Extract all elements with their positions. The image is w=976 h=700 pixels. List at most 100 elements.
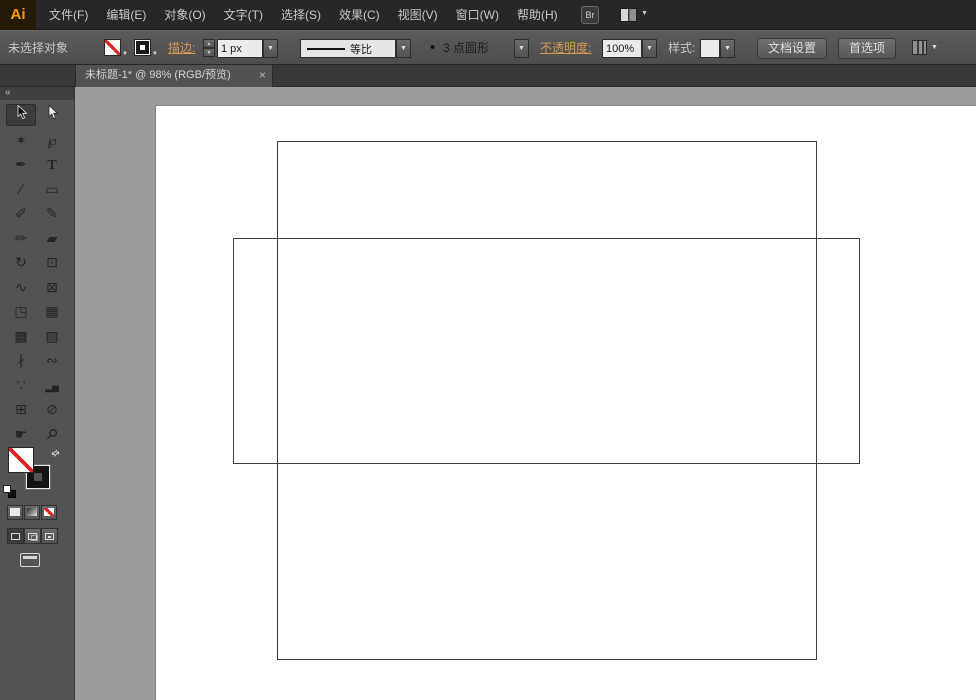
stepper-up-icon[interactable]: ▲ xyxy=(203,39,215,48)
chevron-down-icon[interactable]: ▼ xyxy=(720,39,735,58)
stroke-weight-stepper[interactable]: ▲ ▼ xyxy=(203,39,215,58)
symbol-sprayer-tool[interactable]: ∵ xyxy=(6,374,36,396)
pen-tool[interactable]: ✒ xyxy=(6,153,36,175)
free-transform-tool[interactable]: ⊠ xyxy=(37,276,67,298)
blend-tool[interactable]: ∾ xyxy=(37,349,67,371)
document-tab[interactable]: 未标题-1* @ 98% (RGB/预览) × xyxy=(75,65,273,87)
menu-file[interactable]: 文件(F) xyxy=(40,0,97,30)
control-bar-menu-icon[interactable] xyxy=(912,40,927,55)
gradient-button[interactable] xyxy=(24,505,40,520)
none-button[interactable] xyxy=(41,505,57,520)
shape-builder-tool[interactable]: ◳ xyxy=(6,300,36,322)
width-tool[interactable]: ∿ xyxy=(6,276,36,298)
pencil-tool[interactable]: ✎ xyxy=(37,202,67,224)
direct-selection-tool[interactable] xyxy=(37,104,67,126)
paintbrush-tool[interactable]: ✐ xyxy=(6,202,36,224)
document-setup-button[interactable]: 文档设置 xyxy=(757,38,828,59)
gradient-icon: ▧ xyxy=(45,327,59,344)
selection-arrow-icon xyxy=(17,104,28,120)
direct-selection-arrow-icon xyxy=(48,104,59,120)
swap-fill-stroke-icon[interactable]: ⇆ xyxy=(49,447,62,460)
style-swatch[interactable] xyxy=(700,39,720,58)
brush-preview-dot-icon: • xyxy=(430,39,436,56)
close-icon[interactable]: × xyxy=(259,65,266,86)
chevron-down-icon[interactable]: ▼ xyxy=(396,39,411,58)
rectangle-object-2[interactable] xyxy=(233,238,860,464)
draw-behind-back-icon xyxy=(31,535,38,541)
menu-bar: Ai 文件(F) 编辑(E) 对象(O) 文字(T) 选择(S) 效果(C) 视… xyxy=(0,0,976,30)
menu-effect[interactable]: 效果(C) xyxy=(330,0,389,30)
mesh-tool[interactable]: ▩ xyxy=(6,325,36,347)
blob-brush-icon: ✏ xyxy=(15,229,27,246)
screen-mode-icon xyxy=(23,556,37,559)
menu-items: 文件(F) 编辑(E) 对象(O) 文字(T) 选择(S) 效果(C) 视图(V… xyxy=(40,0,567,30)
screen-mode-button[interactable] xyxy=(20,553,40,567)
control-bar: 未选择对象 ▼ ▼ 描边: ▲ ▼ ▼ 等比 ▼ • 3 点圆形 ▼ 不透明度:… xyxy=(0,30,976,65)
stroke-weight-input[interactable] xyxy=(217,39,263,58)
gradient-tool[interactable]: ▧ xyxy=(37,325,67,347)
blend-icon: ∾ xyxy=(46,352,58,368)
fill-color-swatch[interactable] xyxy=(104,39,121,56)
artboard-tool[interactable]: ⊞ xyxy=(6,398,36,420)
bridge-icon[interactable]: Br xyxy=(581,6,599,24)
magic-wand-tool[interactable]: ✶ xyxy=(6,129,36,151)
selection-tool[interactable] xyxy=(6,104,36,126)
gradient-swatch-icon xyxy=(27,508,37,516)
menu-window[interactable]: 窗口(W) xyxy=(447,0,508,30)
lasso-icon: ℘ xyxy=(47,131,57,148)
eraser-icon: ▰ xyxy=(46,229,58,246)
stroke-label-link[interactable]: 描边: xyxy=(168,31,195,65)
line-segment-tool[interactable]: ∕ xyxy=(6,178,36,200)
menu-edit[interactable]: 编辑(E) xyxy=(97,0,155,30)
stepper-down-icon[interactable]: ▼ xyxy=(203,48,215,57)
canvas-area[interactable] xyxy=(75,87,976,700)
illustrator-logo: Ai xyxy=(0,0,36,30)
fill-color-indicator[interactable] xyxy=(8,447,34,473)
menu-object[interactable]: 对象(O) xyxy=(155,0,214,30)
eyedropper-icon: ∤ xyxy=(17,352,25,368)
chevron-down-icon[interactable]: ▼ xyxy=(641,10,648,17)
stroke-color-swatch[interactable] xyxy=(134,39,151,56)
scale-tool[interactable]: ⊡ xyxy=(37,251,67,273)
chevron-down-icon[interactable]: ▼ xyxy=(642,39,657,58)
menu-help[interactable]: 帮助(H) xyxy=(508,0,567,30)
slice-tool[interactable]: ⊘ xyxy=(37,398,67,420)
zoom-tool[interactable]: ⚲ xyxy=(37,423,67,445)
draw-inside-button[interactable] xyxy=(41,528,58,544)
draw-behind-button[interactable] xyxy=(24,528,41,544)
arrange-documents-icon[interactable] xyxy=(620,8,637,22)
brush-definition-select[interactable]: 3 点圆形 xyxy=(443,31,489,65)
rotate-tool[interactable]: ↻ xyxy=(6,251,36,273)
collapse-panel-icon[interactable]: « xyxy=(5,87,11,98)
eraser-tool[interactable]: ▰ xyxy=(37,227,67,249)
tools-panel-header[interactable]: « xyxy=(0,87,74,100)
menu-view[interactable]: 视图(V) xyxy=(389,0,447,30)
draw-normal-button[interactable] xyxy=(7,528,24,544)
chevron-down-icon[interactable]: ▼ xyxy=(514,39,529,58)
menu-select[interactable]: 选择(S) xyxy=(272,0,330,30)
perspective-grid-tool[interactable]: ▦ xyxy=(37,300,67,322)
chevron-down-icon[interactable]: ▼ xyxy=(152,51,158,57)
menu-type[interactable]: 文字(T) xyxy=(215,0,272,30)
rectangle-icon: ▭ xyxy=(45,180,59,197)
column-graph-tool[interactable]: ▂▅ xyxy=(37,374,67,396)
type-tool[interactable]: T xyxy=(37,153,67,175)
default-fill-stroke-icon[interactable] xyxy=(3,485,17,499)
chevron-down-icon[interactable]: ▼ xyxy=(122,51,128,57)
artboard-icon: ⊞ xyxy=(15,401,27,417)
chevron-down-icon[interactable]: ▼ xyxy=(263,39,278,58)
tools-grid: ✶ ℘ ✒ T ∕ ▭ ✐ ✎ ✏ ▰ ↻ ⊡ ∿ ⊠ ◳ ▦ ▩ ▧ ∤ ∾ … xyxy=(6,104,68,447)
hand-tool[interactable]: ☛ xyxy=(6,423,36,445)
blob-brush-tool[interactable]: ✏ xyxy=(6,227,36,249)
color-button[interactable] xyxy=(7,505,23,520)
rectangle-tool[interactable]: ▭ xyxy=(37,178,67,200)
opacity-input[interactable] xyxy=(602,39,642,58)
lasso-tool[interactable]: ℘ xyxy=(37,129,67,151)
preferences-button[interactable]: 首选项 xyxy=(838,38,897,59)
column-graph-icon: ▂▅ xyxy=(45,381,59,392)
eyedropper-tool[interactable]: ∤ xyxy=(6,349,36,371)
chevron-down-icon[interactable]: ▼ xyxy=(931,44,938,51)
stroke-profile-select[interactable]: 等比 xyxy=(300,39,396,58)
opacity-label-link[interactable]: 不透明度: xyxy=(540,31,591,65)
mesh-icon: ▩ xyxy=(14,327,28,344)
